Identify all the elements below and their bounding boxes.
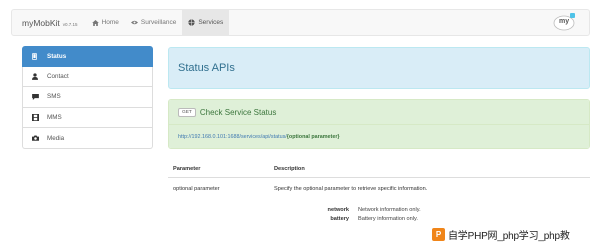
camera-icon [32, 135, 42, 141]
globe-icon [188, 19, 195, 26]
page-title-panel: Status APIs [168, 47, 590, 89]
parameters-table: Parameter Description optional parameter… [168, 161, 590, 222]
app-logo[interactable]: my [553, 12, 577, 32]
sidebar-item-label: Status [47, 52, 67, 60]
nav-home-label: Home [101, 19, 119, 26]
table-header-row: Parameter Description [168, 161, 590, 178]
brand-version: v0.7.15 [62, 21, 78, 27]
watermark-logo-icon: P [432, 228, 445, 241]
sidebar-item-sms[interactable]: SMS [22, 87, 153, 108]
sidebar: Status Contact SMS MMS Media [22, 46, 153, 149]
top-navbar: myMobKit v0.7.15 Home Surveillance Servi… [11, 9, 590, 36]
sidebar-item-contact[interactable]: Contact [22, 66, 153, 88]
api-endpoint-heading: GET Check Service Status [169, 100, 589, 125]
table-row: optional parameter Specify the optional … [168, 178, 590, 200]
sidebar-item-status[interactable]: Status [22, 46, 153, 67]
watermark-text: 自学PHP网_php学习_php教 [448, 231, 570, 242]
nav-home[interactable]: Home [86, 10, 125, 35]
comment-icon [32, 93, 42, 100]
sidebar-item-label: SMS [47, 93, 61, 101]
brand[interactable]: myMobKit v0.7.15 [22, 18, 78, 28]
api-endpoint-title: Check Service Status [199, 107, 277, 117]
nav-services-label: Services [198, 19, 224, 26]
description-cell: Specify the optional parameter to retrie… [274, 186, 428, 192]
user-icon [32, 73, 42, 80]
logo-text: my [559, 18, 570, 25]
site-watermark: P 自学PHP网_php学习_php教 [429, 223, 600, 246]
nav-surveillance[interactable]: Surveillance [125, 10, 182, 35]
list-item: network Network information only. [168, 205, 590, 214]
page-title: Status APIs [178, 62, 235, 74]
api-url-parameter: {optional parameter} [286, 134, 340, 140]
column-header-description: Description [274, 166, 305, 172]
brand-name[interactable]: myMobKit [22, 18, 60, 28]
api-endpoint-url: http://192.168.0.101:1688/services/api/s… [169, 125, 589, 148]
sidebar-item-label: Media [47, 134, 65, 142]
parameter-values-list: network Network information only. batter… [168, 205, 590, 223]
api-endpoint-panel: GET Check Service Status http://192.168.… [168, 99, 590, 149]
parameter-value-description: Battery information only. [358, 215, 418, 222]
home-icon [91, 19, 99, 26]
list-item: battery Battery information only. [168, 214, 590, 223]
nav-surveillance-label: Surveillance [140, 19, 177, 26]
eye-icon [130, 20, 138, 25]
parameter-value-key: battery [330, 215, 349, 222]
phone-icon [32, 52, 42, 60]
parameter-value-key: network [327, 206, 349, 213]
column-header-parameter: Parameter [173, 166, 201, 172]
parameter-cell: optional parameter [173, 186, 220, 192]
nav-services[interactable]: Services [182, 10, 230, 35]
sidebar-item-mms[interactable]: MMS [22, 107, 153, 129]
sidebar-item-label: Contact [47, 72, 69, 80]
api-url-link[interactable]: http://192.168.0.101:1688/services/api/s… [178, 134, 287, 140]
parameter-value-description: Network information only. [358, 206, 421, 213]
film-icon [32, 114, 42, 122]
http-method-badge: GET [178, 107, 196, 117]
sidebar-item-label: MMS [47, 114, 62, 122]
sidebar-item-media[interactable]: Media [22, 128, 153, 149]
